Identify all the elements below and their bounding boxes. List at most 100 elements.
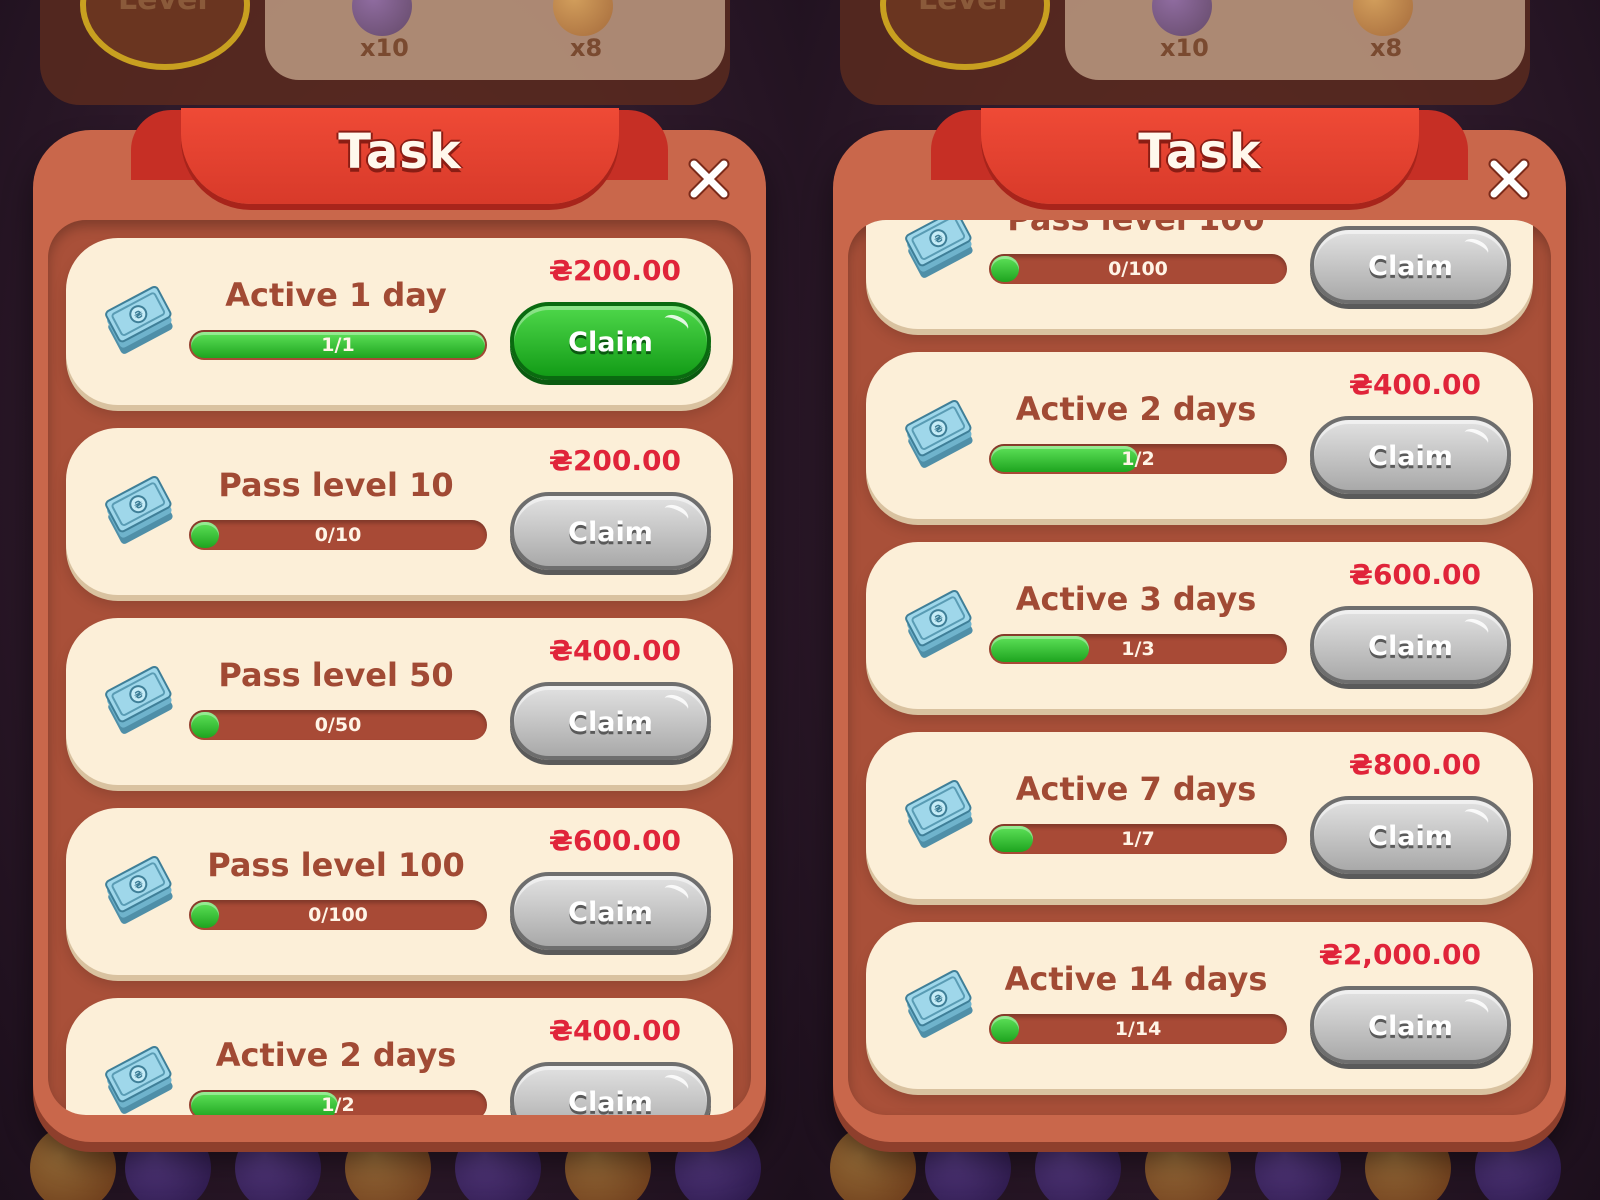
cash-bundle-icon: ₴ [100, 470, 176, 550]
task-reward: ₴200.00 [548, 254, 681, 287]
task-progress-text: 1/2 [321, 1094, 355, 1115]
button-gloss [660, 311, 692, 337]
task-progress-bar: 1/1 [189, 330, 487, 360]
button-gloss [1460, 995, 1492, 1021]
claim-button-label: Claim [1368, 1011, 1453, 1042]
task-screen-left: Level x10 x8 Task ₴ ₴200.00 Active 1 day 1/… [0, 0, 800, 1200]
task-title: Active 7 days [1015, 770, 1257, 808]
task-reward: ₴600.00 [1348, 558, 1481, 591]
task-card: ₴ ₴400.00 Pass level 50 0/50 Claim [66, 618, 733, 785]
task-progress-bar: 0/10 [189, 520, 487, 550]
booster-count: x10 [1160, 34, 1209, 62]
cash-bundle-icon: ₴ [900, 394, 976, 474]
claim-button-label: Claim [1368, 441, 1453, 472]
task-progress-bar: 0/100 [189, 900, 487, 930]
button-gloss [660, 1071, 692, 1097]
task-panel: Task ₴ ₴200.00 Active 1 day 1/1 Claim ₴ ₴200.0… [33, 108, 766, 1142]
claim-button-label: Claim [568, 707, 653, 738]
task-progress-bar: 1/7 [989, 824, 1287, 854]
task-progress-text: 1/1 [321, 334, 355, 356]
close-icon[interactable] [1482, 152, 1536, 206]
task-progress-bar: 1/14 [989, 1014, 1287, 1044]
booster-panel [1065, 0, 1525, 80]
level-label: Level [918, 0, 1008, 17]
task-reward: ₴800.00 [1348, 748, 1481, 781]
task-reward: ₴2,000.00 [1318, 938, 1481, 971]
task-progress-text: 0/100 [308, 904, 368, 926]
claim-button[interactable]: Claim [510, 872, 711, 950]
claim-button-label: Claim [568, 327, 653, 358]
button-gloss [1460, 805, 1492, 831]
task-card: ₴ Pass level 100 0/100 Claim [866, 220, 1533, 329]
cash-bundle-icon: ₴ [100, 1040, 176, 1115]
task-title: Active 14 days [1004, 960, 1268, 998]
task-reward: ₴400.00 [548, 634, 681, 667]
button-gloss [1460, 425, 1492, 451]
task-reward: ₴600.00 [548, 824, 681, 857]
claim-button-label: Claim [1368, 821, 1453, 852]
task-progress-text: 1/7 [1121, 828, 1155, 850]
claim-button[interactable]: Claim [510, 302, 711, 380]
task-progress-bar: 0/100 [989, 254, 1287, 284]
panel-title: Task [1138, 124, 1262, 180]
task-title: Pass level 100 [207, 846, 465, 884]
claim-button[interactable]: Claim [510, 682, 711, 760]
task-card: ₴ ₴200.00 Active 1 day 1/1 Claim [66, 238, 733, 405]
title-ribbon: Task [181, 108, 619, 204]
button-gloss [1460, 235, 1492, 261]
task-progress-text: 1/14 [1114, 1018, 1162, 1040]
claim-button-label: Claim [1368, 631, 1453, 662]
task-title: Active 2 days [1015, 390, 1257, 428]
task-progress-bar: 1/2 [989, 444, 1287, 474]
claim-button[interactable]: Claim [1310, 796, 1511, 874]
cash-bundle-icon: ₴ [900, 220, 976, 284]
task-title: Active 2 days [215, 1036, 457, 1074]
close-icon[interactable] [682, 152, 736, 206]
cash-bundle-icon: ₴ [100, 280, 176, 360]
claim-button[interactable]: Claim [1310, 416, 1511, 494]
claim-button[interactable]: Claim [510, 1062, 711, 1115]
task-card: ₴ ₴400.00 Active 2 days 1/2 Claim [866, 352, 1533, 519]
task-card: ₴ ₴600.00 Pass level 100 0/100 Claim [66, 808, 733, 975]
task-progress-bar: 1/3 [989, 634, 1287, 664]
title-ribbon: Task [981, 108, 1419, 204]
task-list[interactable]: ₴ Pass level 100 0/100 Claim ₴ ₴400.00 Active … [848, 220, 1551, 1115]
claim-button[interactable]: Claim [510, 492, 711, 570]
task-card: ₴ ₴600.00 Active 3 days 1/3 Claim [866, 542, 1533, 709]
task-progress-text: 0/10 [314, 524, 362, 546]
claim-button[interactable]: Claim [1310, 226, 1511, 304]
task-panel: Task ₴ Pass level 100 0/100 Claim ₴ ₴400.00 Ac… [833, 108, 1566, 1142]
task-title: Active 1 day [225, 276, 447, 314]
booster-count: x8 [570, 34, 603, 62]
task-reward: ₴200.00 [548, 444, 681, 477]
task-title: Pass level 10 [218, 466, 454, 504]
claim-button[interactable]: Claim [1310, 986, 1511, 1064]
task-screen-right: Level x10 x8 Task ₴ Pass level 100 0/100 Cl… [800, 0, 1600, 1200]
cash-bundle-icon: ₴ [900, 964, 976, 1044]
task-progress-text: 1/3 [1121, 638, 1155, 660]
booster-count: x10 [360, 34, 409, 62]
task-progress-bar: 1/2 [189, 1090, 487, 1115]
task-list[interactable]: ₴ ₴200.00 Active 1 day 1/1 Claim ₴ ₴200.00 Pass… [48, 220, 751, 1115]
booster-panel [265, 0, 725, 80]
task-card: ₴ ₴800.00 Active 7 days 1/7 Claim [866, 732, 1533, 899]
claim-button-label: Claim [568, 1087, 653, 1115]
task-reward: ₴400.00 [548, 1014, 681, 1047]
task-progress-bar: 0/50 [189, 710, 487, 740]
task-title: Active 3 days [1015, 580, 1257, 618]
task-title: Pass level 50 [218, 656, 454, 694]
claim-button[interactable]: Claim [1310, 606, 1511, 684]
button-gloss [660, 691, 692, 717]
cash-bundle-icon: ₴ [900, 774, 976, 854]
claim-button-label: Claim [568, 897, 653, 928]
task-progress-text: 1/2 [1121, 448, 1155, 470]
cash-bundle-icon: ₴ [900, 584, 976, 664]
task-card: ₴ ₴400.00 Active 2 days 1/2 Claim [66, 998, 733, 1115]
task-card: ₴ ₴200.00 Pass level 10 0/10 Claim [66, 428, 733, 595]
cash-bundle-icon: ₴ [100, 660, 176, 740]
button-gloss [660, 501, 692, 527]
panel-title: Task [338, 124, 462, 180]
task-progress-text: 0/50 [314, 714, 362, 736]
cash-bundle-icon: ₴ [100, 850, 176, 930]
booster-count: x8 [1370, 34, 1403, 62]
